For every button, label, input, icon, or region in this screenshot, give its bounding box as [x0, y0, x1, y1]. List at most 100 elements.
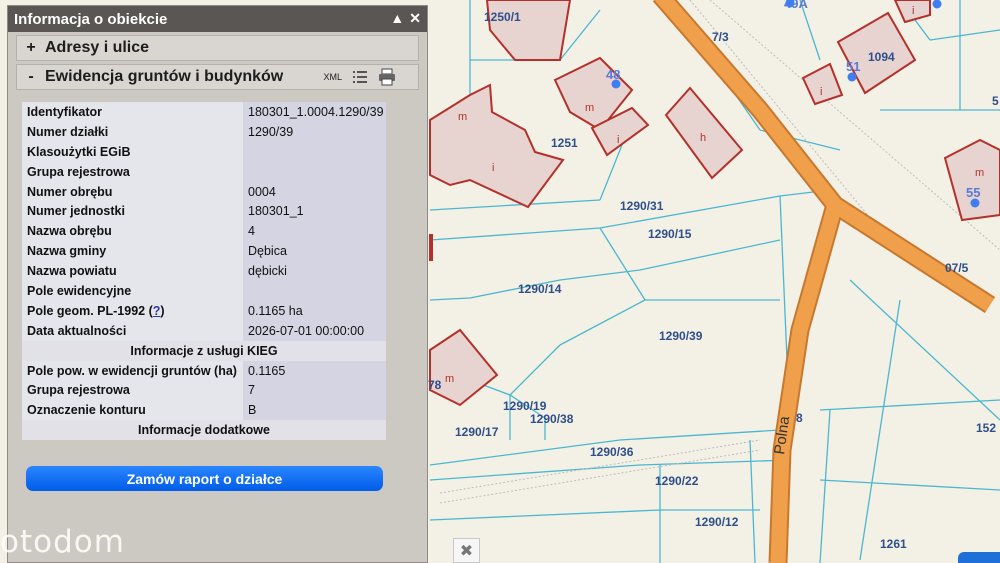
table-row: Oznaczenie konturu B — [22, 400, 386, 421]
attribute-label: Numer obrębu — [22, 181, 243, 202]
svg-text:1290/12: 1290/12 — [695, 515, 739, 529]
svg-text:1250/1: 1250/1 — [484, 10, 521, 24]
xml-export-button[interactable]: XML — [323, 72, 342, 82]
collapse-section-icon[interactable]: - — [17, 68, 45, 86]
attribute-value — [243, 141, 386, 162]
attribute-label: Grupa rejestrowa — [22, 380, 243, 401]
attribute-label-text: Nazwa powiatu — [27, 264, 117, 279]
attribute-label-text: Klasoużytki EGiB — [27, 144, 131, 159]
attribute-label: Nazwa obrębu — [22, 221, 243, 242]
print-icon[interactable] — [378, 68, 396, 86]
table-row: Grupa rejestrowa 7 — [22, 380, 386, 401]
attribute-label: Pole ewidencyjne — [22, 281, 243, 301]
svg-text:1251: 1251 — [551, 136, 578, 150]
table-row: Nazwa powiatu dębicki — [22, 261, 386, 282]
attribute-label-text: Pole ewidencyjne — [27, 283, 132, 298]
attribute-label-text: Oznaczenie konturu — [27, 403, 146, 418]
attribute-label-text: Numer jednostki — [27, 204, 125, 219]
section-header-text: Informacje z usługi KIEG — [22, 340, 386, 361]
table-row: Identyfikator 180301_1.0004.1290/39 — [22, 102, 386, 122]
svg-text:i: i — [617, 134, 619, 146]
attribute-label: Data aktualności — [22, 320, 243, 341]
svg-text:8: 8 — [796, 411, 803, 425]
table-row: Numer jednostki 180301_1 — [22, 201, 386, 222]
svg-text:55: 55 — [966, 185, 980, 200]
section-addresses[interactable]: + Adresy i ulice — [16, 35, 419, 61]
svg-text:5: 5 — [992, 94, 999, 108]
attribute-value: 2026-07-01 00:00:00 — [243, 320, 386, 341]
svg-text:1261: 1261 — [880, 537, 907, 551]
svg-text:h: h — [700, 132, 706, 144]
svg-text:1290/36: 1290/36 — [590, 445, 634, 459]
collapse-icon[interactable]: ▲ — [390, 10, 404, 27]
attribute-label: Numer jednostki — [22, 201, 243, 222]
watermark-logo: otodom — [0, 524, 125, 560]
attribute-value: 7 — [243, 380, 386, 401]
panel-header: Informacja o obiekcie ▲ ✕ — [8, 6, 427, 32]
attribute-value: 1290/39 — [243, 121, 386, 142]
attribute-label: Pole pow. w ewidencji gruntów (ha) — [22, 360, 243, 381]
table-row: Grupa rejestrowa — [22, 161, 386, 182]
svg-text:1290/17: 1290/17 — [455, 425, 499, 439]
attribute-label-text: Pole geom. PL-1992 — [27, 303, 146, 318]
svg-text:78: 78 — [428, 378, 442, 392]
table-section-header: Informacje dodatkowe — [22, 420, 386, 441]
svg-text:1094: 1094 — [868, 50, 895, 64]
svg-text:1290/14: 1290/14 — [518, 282, 562, 296]
svg-text:1290/38: 1290/38 — [530, 412, 574, 426]
table-row: Pole geom. PL-1992 (?) 0.1165 ha — [22, 300, 386, 321]
attribute-value: 4 — [243, 221, 386, 242]
svg-text:m: m — [975, 167, 984, 179]
attribute-label: Nazwa gminy — [22, 241, 243, 262]
attribute-label-text: Grupa rejestrowa — [27, 383, 130, 398]
section-header-text: Informacje dodatkowe — [22, 420, 386, 441]
svg-text:1290/31: 1290/31 — [620, 199, 664, 213]
svg-text:m: m — [445, 373, 454, 385]
attribute-value: 180301_1.0004.1290/39 — [243, 102, 386, 122]
attribute-label: Pole geom. PL-1992 (?) — [22, 300, 243, 321]
attribute-label: Identyfikator — [22, 102, 243, 122]
attribute-table: Identyfikator 180301_1.0004.1290/39 Numer … — [22, 102, 386, 441]
svg-text:i: i — [820, 86, 822, 98]
table-row: Pole pow. w ewidencji gruntów (ha) 0.1165 — [22, 360, 386, 381]
svg-text:m: m — [585, 102, 594, 114]
svg-text:m: m — [458, 111, 467, 123]
svg-text:1290/19: 1290/19 — [503, 399, 547, 413]
attribute-label-text: Numer działki — [27, 124, 109, 139]
attribute-label: Klasoużytki EGiB — [22, 141, 243, 162]
attribute-label-text: Grupa rejestrowa — [27, 164, 130, 179]
svg-text:07/5: 07/5 — [945, 261, 969, 275]
attribute-value: 180301_1 — [243, 201, 386, 222]
table-row: Data aktualności 2026-07-01 00:00:00 — [22, 320, 386, 341]
table-row: Numer obrębu 0004 — [22, 181, 386, 202]
attribute-label: Numer działki — [22, 121, 243, 142]
attribute-value: Dębica — [243, 241, 386, 262]
attribute-label: Grupa rejestrowa — [22, 161, 243, 182]
svg-text:152: 152 — [976, 421, 996, 435]
expand-icon[interactable]: + — [17, 39, 45, 57]
attribute-label-text: Data aktualności — [27, 323, 127, 338]
section-land-registry-label: Ewidencja gruntów i budynków — [45, 68, 284, 85]
attribute-label-text: Nazwa gminy — [27, 244, 107, 259]
order-report-button[interactable]: Zamów raport o działce — [26, 466, 383, 491]
table-row: Nazwa gminy Dębica — [22, 241, 386, 262]
attribute-label-text: Numer obrębu — [27, 184, 113, 199]
close-icon[interactable]: ✖ — [453, 538, 480, 563]
attribute-value: dębicki — [243, 261, 386, 282]
list-icon[interactable] — [352, 69, 368, 85]
panel-title: Informacja o obiekcie — [14, 10, 168, 28]
attribute-label: Nazwa powiatu — [22, 261, 243, 282]
help-link[interactable]: ? — [153, 304, 161, 318]
map-control-button[interactable] — [958, 552, 1000, 563]
attribute-value — [243, 281, 386, 301]
section-land-registry[interactable]: - Ewidencja gruntów i budynków XML — [16, 64, 419, 90]
close-icon[interactable]: ✕ — [409, 10, 421, 27]
attribute-value: B — [243, 400, 386, 421]
svg-text:i: i — [492, 162, 494, 174]
svg-text:48: 48 — [606, 67, 620, 82]
svg-text:1290/39: 1290/39 — [659, 329, 703, 343]
attribute-label-text: Pole pow. w ewidencji gruntów (ha) — [27, 363, 237, 378]
attribute-value — [243, 161, 386, 182]
svg-text:1290/22: 1290/22 — [655, 474, 699, 488]
svg-text:1290/15: 1290/15 — [648, 227, 692, 241]
